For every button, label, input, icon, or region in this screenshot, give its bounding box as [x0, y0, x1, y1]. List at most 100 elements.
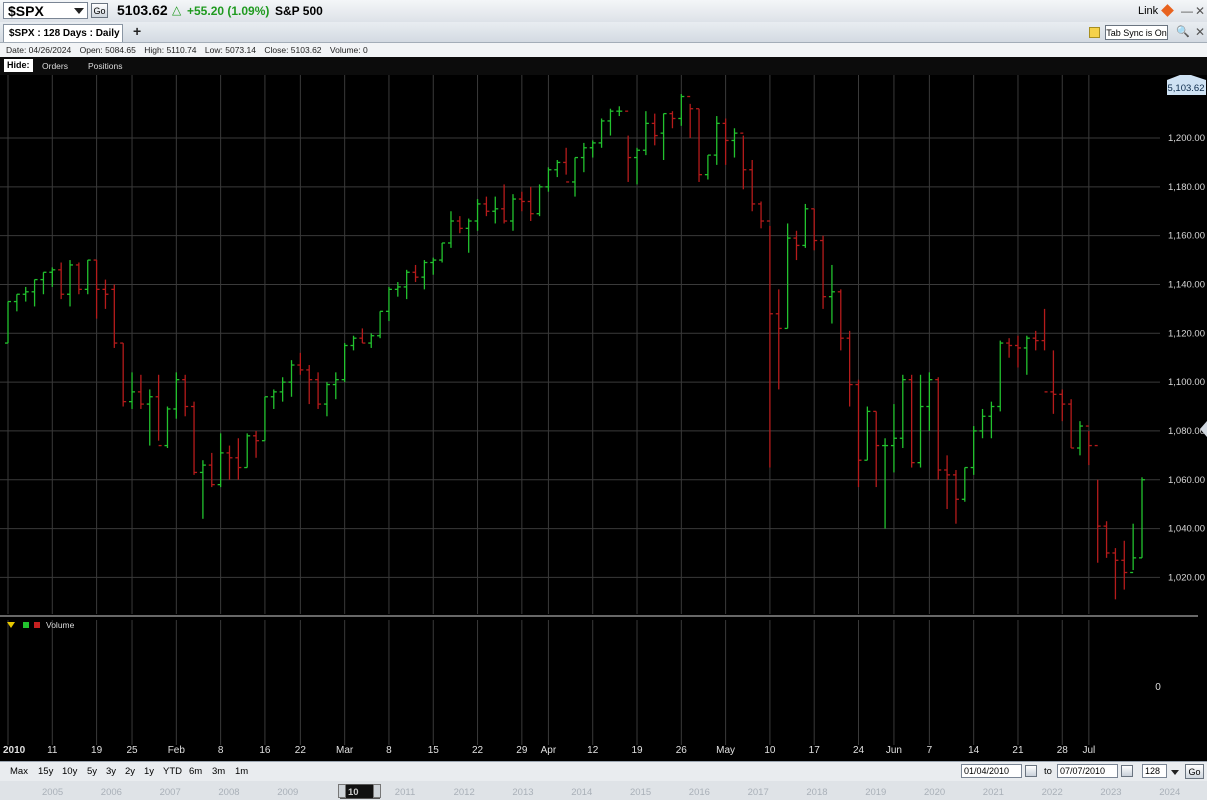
days-input[interactable]: 128	[1142, 764, 1167, 778]
ohlc-bar	[182, 374, 189, 417]
ohlc-bar	[988, 401, 995, 439]
price-chart[interactable]: 1,020.00 1,040.00 1,060.00 1,080.00 1,100.00…	[0, 75, 1207, 761]
range-button-6m[interactable]: 6m	[189, 766, 202, 777]
positions-toggle[interactable]: Positions	[88, 61, 123, 71]
navigator-year-label: 2006	[100, 787, 122, 798]
date-tick-label: 22	[472, 745, 484, 756]
chevron-down-icon[interactable]	[74, 8, 84, 14]
volume-zero-label: 0	[1155, 682, 1161, 693]
date-tick-label: 25	[126, 745, 138, 756]
ohlc-bar	[1094, 444, 1101, 563]
ohlc-bar	[952, 469, 959, 524]
ohlc-bar	[75, 262, 82, 295]
chart-tab-bar: $SPX : 128 Days : Daily + Tab Sync is On…	[0, 22, 1207, 43]
ohlc-bar	[731, 128, 738, 158]
symbol-input[interactable]: $SPX	[3, 2, 88, 19]
hide-bar: Hide: Orders Positions	[0, 57, 1207, 75]
ohlc-bar	[279, 377, 286, 402]
ohlc-bar	[749, 159, 756, 212]
range-button-ytd[interactable]: YTD	[163, 766, 182, 777]
tab-sync-button[interactable]: Tab Sync is On	[1105, 25, 1168, 40]
navigator-year-label: 2022	[1041, 787, 1063, 798]
ohlc-bar	[687, 95, 694, 139]
ohlc-bar	[536, 184, 543, 217]
range-button-5y[interactable]: 5y	[87, 766, 97, 777]
navigator-left-handle[interactable]	[338, 784, 346, 798]
navigator-year-label: 2021	[982, 787, 1004, 798]
ohlc-bar	[447, 211, 454, 248]
navigator-year-label: 2008	[218, 787, 240, 798]
symbol-text: $SPX	[8, 3, 44, 19]
ohlc-bar	[1059, 389, 1066, 422]
ohlc-bar	[1085, 425, 1092, 466]
navigator-year-label: 2018	[806, 787, 828, 798]
ohlc-bar	[261, 396, 268, 442]
ohlc-bar	[563, 147, 570, 183]
minimize-icon[interactable]: —	[1181, 4, 1193, 18]
info-open: Open: 5084.65	[79, 45, 136, 55]
price-tick-label: 1,100.00	[1168, 377, 1205, 388]
range-button-max[interactable]: Max	[10, 766, 28, 777]
ohlc-bar	[368, 333, 375, 348]
navigator-year-label: 2013	[512, 787, 534, 798]
range-button-3m[interactable]: 3m	[212, 766, 225, 777]
ohlc-bar	[589, 140, 596, 158]
link-diamond-icon[interactable]	[1161, 4, 1174, 17]
navigator-year-label: 2009	[277, 787, 299, 798]
ohlc-bar	[1130, 523, 1137, 574]
navigator-right-handle[interactable]	[373, 784, 381, 798]
tab-spx-chart[interactable]: $SPX : 128 Days : Daily	[3, 24, 123, 42]
date-tick-label: 24	[853, 745, 865, 756]
symbol-description: S&P 500	[275, 4, 323, 18]
close-icon[interactable]: ✕	[1195, 25, 1205, 39]
ohlc-bar	[315, 372, 322, 409]
to-date-input[interactable]: 07/07/2010	[1057, 764, 1118, 778]
ohlc-bar	[634, 147, 641, 185]
range-button-10y[interactable]: 10y	[62, 766, 77, 777]
ohlc-bar	[385, 286, 392, 322]
volume-down-swatch	[34, 622, 40, 628]
calendar-icon[interactable]	[1121, 765, 1133, 777]
ohlc-bar	[1023, 335, 1030, 375]
ohlc-bar	[270, 389, 277, 409]
chevron-down-icon[interactable]	[1171, 770, 1179, 775]
ohlc-bar	[235, 438, 242, 480]
from-date-input[interactable]: 01/04/2010	[961, 764, 1022, 778]
price-tick-label: 1,020.00	[1168, 572, 1205, 583]
go-button[interactable]: Go	[91, 3, 108, 18]
link-label[interactable]: Link	[1138, 5, 1158, 17]
magnifier-icon[interactable]: 🔍	[1176, 25, 1190, 38]
close-icon[interactable]: ✕	[1195, 4, 1205, 18]
range-button-15y[interactable]: 15y	[38, 766, 53, 777]
info-date: Date: 04/26/2024	[6, 45, 72, 55]
ohlc-bar	[660, 112, 667, 160]
calendar-icon[interactable]	[1025, 765, 1037, 777]
note-icon[interactable]	[1089, 27, 1100, 38]
date-tick-label: 26	[676, 745, 688, 756]
up-triangle-icon: △	[172, 3, 182, 17]
ohlc-bar	[509, 194, 516, 231]
orders-toggle[interactable]: Orders	[42, 61, 68, 71]
ohlc-bar	[545, 167, 552, 192]
ohlc-bar	[651, 113, 658, 146]
add-tab-button[interactable]: +	[133, 23, 141, 39]
time-navigator[interactable]: 2005 2006 2007 2008 2009 2011 2012 2013 2014 2015…	[0, 781, 1207, 800]
range-button-1y[interactable]: 1y	[144, 766, 154, 777]
range-button-1m[interactable]: 1m	[235, 766, 248, 777]
range-button-2y[interactable]: 2y	[125, 766, 135, 777]
ohlc-bar	[820, 235, 827, 309]
date-tick-label: 14	[968, 745, 980, 756]
ohlc-bar	[784, 223, 791, 330]
last-price: 5103.62	[117, 2, 168, 18]
ohlc-bar	[846, 330, 853, 407]
navigator-year-label: 2024	[1159, 787, 1181, 798]
ohlc-bar	[137, 374, 144, 409]
navigator-year-label: 2014	[571, 787, 593, 798]
ohlc-bar	[31, 278, 38, 307]
volume-up-swatch	[23, 622, 29, 628]
date-tick-label: 10	[764, 745, 776, 756]
last-price-label: 5,103.62	[1168, 83, 1205, 94]
navigator-year-label: 2023	[1100, 787, 1122, 798]
range-go-button[interactable]: Go	[1185, 764, 1204, 779]
range-button-3y[interactable]: 3y	[106, 766, 116, 777]
